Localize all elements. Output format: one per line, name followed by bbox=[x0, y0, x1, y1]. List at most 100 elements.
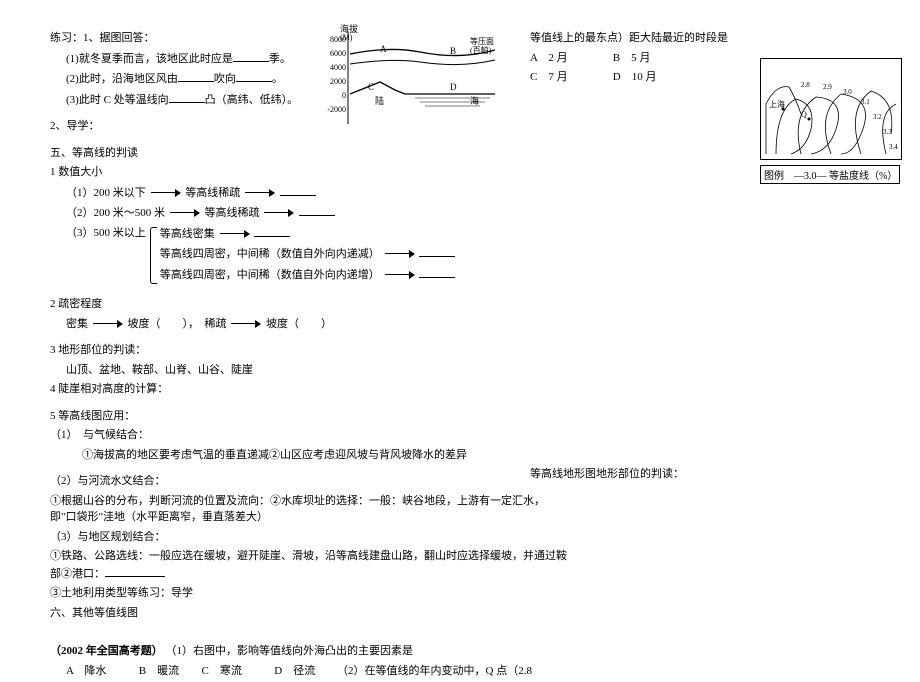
svg-text:C: C bbox=[368, 82, 374, 92]
arrow-icon bbox=[245, 189, 275, 197]
svg-text:3.0: 3.0 bbox=[843, 88, 852, 96]
item5-2: （2）与河流水文结合： bbox=[50, 473, 570, 490]
svg-text:-2000: -2000 bbox=[327, 105, 346, 114]
svg-text:4000: 4000 bbox=[330, 63, 346, 72]
t: 坡度（ ） bbox=[266, 318, 332, 330]
t: 坡度（ ）， 稀疏 bbox=[128, 318, 227, 330]
svg-text:D: D bbox=[450, 82, 457, 92]
blank bbox=[169, 91, 205, 103]
svg-text:B: B bbox=[450, 46, 456, 56]
row: 等高线四周密，中间稀（数值自外向内递增） bbox=[160, 266, 456, 284]
svg-text:(M): (M) bbox=[340, 33, 353, 42]
q3b: 凸（高纬、低纬）。 bbox=[205, 94, 299, 106]
exam-options: A 降水 B 暖流 C 寒流 D 径流 （2）在等值线的年内变动中，Q 点（2.… bbox=[66, 663, 570, 680]
exam-body: （1）右图中，影响等值线向外海凸出的主要因素是 bbox=[166, 645, 414, 657]
figure-salinity-map: 上海 Q 2.8 2.9 3.0 3.1 3.2 3.3 3.4 图例 —3.0… bbox=[760, 58, 900, 178]
item4: 4 陡崖相对高度的计算： bbox=[50, 381, 570, 398]
brace-icon: 等高线密集 等高线四周密，中间稀（数值自外向内递减） 等高线四周密，中间稀（数值… bbox=[150, 225, 456, 287]
arrow-icon bbox=[385, 250, 415, 258]
t: 等高线四周密，中间稀（数值自外向内递减） bbox=[160, 248, 380, 260]
arrow-icon bbox=[93, 320, 123, 328]
blank bbox=[280, 184, 316, 196]
opt-d: D 10 月 bbox=[613, 69, 693, 86]
legend: 图例 —3.0— 等盐度线（%） bbox=[760, 165, 900, 184]
opt-b: B 5 月 bbox=[613, 50, 693, 67]
svg-text:Q: Q bbox=[801, 110, 807, 119]
q1-text: (1)就冬夏季而言，该地区此时应是 bbox=[66, 53, 233, 65]
t: （2）200 米～500 米 bbox=[66, 207, 165, 219]
q3a: (3)此时 C 处等温线向 bbox=[66, 94, 169, 106]
blank bbox=[233, 50, 269, 62]
item5-1-body: ①海拔高的地区要考虑气温的垂直递减②山区应考虑迎风坡与背风坡降水的差异 bbox=[82, 447, 570, 464]
opt-c: C 7 月 bbox=[530, 69, 610, 86]
blank bbox=[419, 245, 455, 257]
arrow-icon bbox=[151, 189, 181, 197]
svg-text:2.9: 2.9 bbox=[823, 83, 832, 91]
item5-2-body: ①根据山谷的分布，判断河流的位置及流向：②水库坝址的选择：一般：峡谷地段，上游有… bbox=[50, 493, 570, 526]
arrow-icon bbox=[170, 209, 200, 217]
svg-text:3.3: 3.3 bbox=[883, 128, 892, 136]
opt-b: B 暖流 bbox=[139, 663, 199, 680]
t: 密集 bbox=[66, 318, 88, 330]
item2-body: 密集 坡度（ ）， 稀疏 坡度（ ） bbox=[66, 316, 570, 333]
exam-title: （2002 年全国高考题） bbox=[50, 645, 163, 657]
blank bbox=[236, 70, 272, 82]
opt-a: A 降水 bbox=[66, 663, 136, 680]
arrow-icon bbox=[220, 230, 250, 238]
blank bbox=[105, 565, 165, 577]
side-note: 等高线地形图地形部位的判读： bbox=[530, 466, 890, 483]
arrow-icon bbox=[264, 209, 294, 217]
opt-a: A 2 月 bbox=[530, 50, 610, 67]
svg-text:陆: 陆 bbox=[375, 95, 384, 106]
item3-title: 3 地形部位的判读： bbox=[50, 342, 570, 359]
item1-1: （1）200 米以下 等高线稀疏 bbox=[66, 184, 570, 202]
exam-q2: （2）在等值线的年内变动中，Q 点（2.8 bbox=[337, 665, 532, 677]
svg-text:(百帕): (百帕) bbox=[470, 45, 492, 55]
svg-text:上海: 上海 bbox=[769, 99, 785, 109]
opt-d: D 径流 bbox=[274, 663, 334, 680]
continuation: 等值线上的最东点）距大陆最近的时段是 bbox=[530, 30, 890, 47]
item5-3b: ③土地利用类型等练习：导学 bbox=[50, 585, 570, 602]
section-6: 六、其他等值线图 bbox=[50, 605, 570, 622]
t: （3）500 米以上 bbox=[66, 225, 146, 242]
q2a: (2)此时，沿海地区风由 bbox=[66, 73, 178, 85]
section-5-title: 五、等高线的判读 bbox=[50, 145, 570, 162]
svg-text:3.4: 3.4 bbox=[889, 143, 898, 151]
svg-text:0: 0 bbox=[342, 91, 346, 100]
item1-3: （3）500 米以上 等高线密集 等高线四周密，中间稀（数值自外向内递减） 等高… bbox=[66, 225, 570, 287]
blank bbox=[419, 266, 455, 278]
row: 等高线密集 bbox=[160, 225, 456, 243]
q2c: 。 bbox=[272, 73, 283, 85]
figure-elevation-diagram: 8000 6000 4000 2000 0 -2000 海拔 (M) A B 等… bbox=[320, 24, 500, 134]
q2b: 吹向 bbox=[214, 73, 236, 85]
item3-body: 山顶、盆地、鞍部、山脊、山谷、陡崖 bbox=[66, 362, 570, 379]
item1-title: 1 数值大小 bbox=[50, 164, 570, 181]
arrow-icon bbox=[231, 320, 261, 328]
svg-text:2.8: 2.8 bbox=[801, 81, 810, 89]
svg-text:6000: 6000 bbox=[330, 49, 346, 58]
t: （1）200 米以下 bbox=[66, 187, 146, 199]
q1-suffix: 季。 bbox=[269, 53, 291, 65]
t: 等高线稀疏 bbox=[205, 207, 260, 219]
svg-text:2000: 2000 bbox=[330, 77, 346, 86]
blank bbox=[178, 70, 214, 82]
svg-text:3.2: 3.2 bbox=[873, 113, 882, 121]
item5-3a: ①铁路、公路选线：一般应选在缓坡，避开陡崖、滑坡，沿等高线建盘山路，翻山时应选择… bbox=[50, 548, 570, 582]
item5-title: 5 等高线图应用： bbox=[50, 408, 570, 425]
svg-text:A: A bbox=[380, 44, 387, 54]
exam-line: （2002 年全国高考题） （1）右图中，影响等值线向外海凸出的主要因素是 bbox=[50, 643, 570, 660]
opt-c: C 寒流 bbox=[202, 663, 272, 680]
t: 等高线稀疏 bbox=[185, 187, 240, 199]
svg-text:海: 海 bbox=[470, 95, 479, 106]
item2-title: 2 疏密程度 bbox=[50, 296, 570, 313]
item1-2: （2）200 米～500 米 等高线稀疏 bbox=[66, 204, 570, 222]
blank bbox=[299, 204, 335, 216]
arrow-icon bbox=[385, 271, 415, 279]
item5-3: （3）与地区规划结合： bbox=[50, 529, 570, 546]
svg-text:等压面: 等压面 bbox=[470, 36, 494, 46]
t: 等高线四周密，中间稀（数值自外向内递增） bbox=[160, 269, 380, 281]
item5-1: （1） 与气候结合： bbox=[50, 427, 570, 444]
t: 等高线密集 bbox=[160, 228, 215, 240]
blank bbox=[254, 225, 290, 237]
svg-text:3.1: 3.1 bbox=[861, 98, 870, 106]
